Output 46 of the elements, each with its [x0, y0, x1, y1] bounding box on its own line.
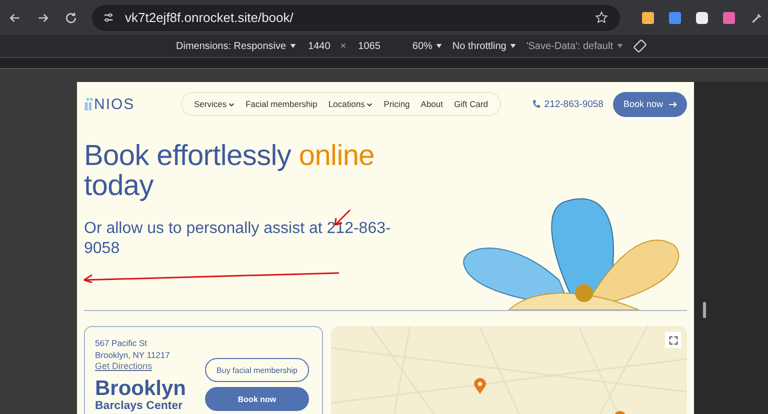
zoom-dropdown[interactable]: 60% — [412, 40, 442, 52]
caret-icon — [617, 44, 623, 48]
site-settings-icon[interactable] — [102, 11, 115, 24]
nav-link[interactable]: About — [420, 99, 443, 109]
extension-icon[interactable] — [696, 12, 708, 24]
caret-icon — [228, 100, 235, 108]
address-bar[interactable]: vk7t2ejf8f.onrocket.site/book/ — [92, 4, 620, 30]
book-now-button[interactable]: Book now — [205, 387, 309, 411]
nav-link[interactable]: Locations — [328, 99, 373, 109]
membership-button[interactable]: Buy facial membership — [205, 358, 309, 382]
resize-handle[interactable] — [703, 302, 706, 318]
phone-link[interactable]: 212-863-9058 — [544, 98, 604, 110]
logo[interactable]: NIOS — [84, 96, 174, 112]
caret-icon — [290, 44, 296, 48]
extension-icon[interactable] — [642, 12, 654, 24]
fullscreen-button[interactable] — [665, 332, 681, 348]
save-data-dropdown[interactable]: 'Save-Data': default — [526, 40, 623, 52]
location-name: Brooklyn — [95, 378, 188, 400]
book-now-button[interactable]: Book now — [613, 92, 687, 116]
reload-icon[interactable] — [64, 10, 78, 24]
throttling-dropdown[interactable]: No throttling — [452, 40, 516, 52]
nav-link[interactable]: Gift Card — [454, 99, 488, 109]
url-text: vk7t2ejf8f.onrocket.site/book/ — [125, 10, 294, 25]
caret-icon — [366, 100, 373, 108]
height-field[interactable]: 1065 — [358, 40, 380, 52]
hero-subtitle: Or allow us to personally assist at 212-863-9058 — [84, 219, 392, 259]
map-pin-icon[interactable] — [474, 378, 486, 394]
directions-link[interactable]: Get Directions — [95, 361, 205, 372]
dimensions-dropdown[interactable]: Dimensions: Responsive — [176, 40, 296, 52]
arrow-icon — [669, 100, 677, 108]
address-line: 567 Pacific St — [95, 337, 148, 349]
width-field[interactable]: 1440 — [308, 40, 330, 52]
nav-link[interactable]: Pricing — [384, 99, 410, 109]
nav-link[interactable]: Facial membership — [246, 99, 318, 109]
caret-icon — [510, 44, 516, 48]
nav-link[interactable]: Services — [194, 99, 235, 109]
fullscreen-icon — [668, 336, 678, 344]
location-subname: Barclays Center — [95, 400, 184, 412]
figures-icon — [84, 96, 93, 112]
phone-icon — [532, 99, 540, 109]
hero-heading: Book effortlessly online today — [84, 141, 376, 201]
times-sign: × — [340, 40, 346, 52]
bookmark-star-icon[interactable] — [595, 11, 608, 24]
address-line: Brooklyn, NY 11217 — [95, 349, 171, 361]
rotate-icon[interactable] — [633, 39, 647, 53]
caret-icon — [436, 44, 442, 48]
